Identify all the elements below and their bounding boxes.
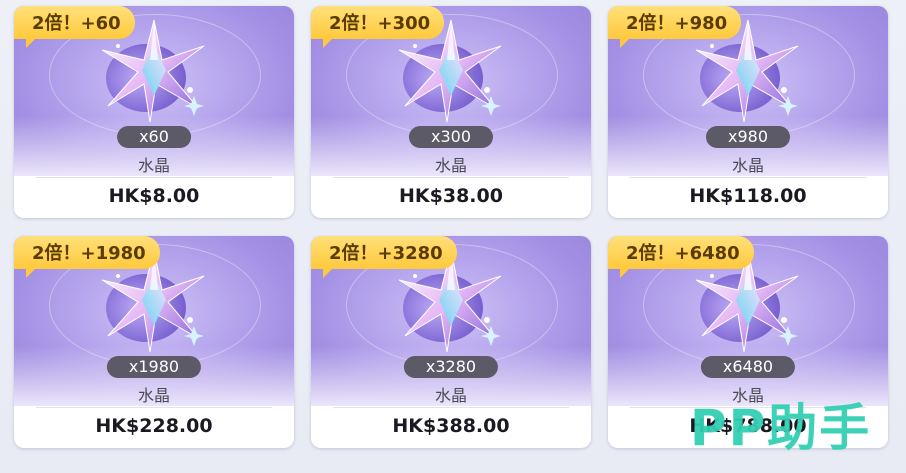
divider (36, 177, 272, 178)
bonus-badge: 2倍！+6480 (608, 236, 754, 278)
bonus-badge: 2倍！+3280 (311, 236, 457, 278)
product-name: 水晶 (137, 156, 170, 175)
price-label[interactable]: HK$118.00 (608, 185, 888, 207)
product-name: 水晶 (731, 156, 764, 175)
product-name: 水晶 (434, 386, 467, 405)
quantity-pill: x300 (408, 126, 494, 148)
bonus-badge: 2倍！+980 (608, 6, 742, 48)
price-label[interactable]: HK$38.00 (311, 185, 591, 207)
quantity-pill: x1980 (106, 356, 202, 378)
quantity-pill: x3280 (403, 356, 499, 378)
product-name: 水晶 (137, 386, 170, 405)
product-card[interactable]: 2倍！+980 x980 水晶 HK$118.00 (608, 6, 888, 218)
product-card[interactable]: 2倍！+1980 x1980 水晶 HK$228.00 (14, 236, 294, 448)
quantity-pill: x60 (117, 126, 191, 148)
divider (333, 407, 569, 408)
divider (333, 177, 569, 178)
product-card[interactable]: 2倍！+60 x60 水晶 HK$8.00 (14, 6, 294, 218)
product-card[interactable]: 2倍！+3280 x3280 水晶 HK$388.00 (311, 236, 591, 448)
bonus-badge: 2倍！+300 (311, 6, 445, 48)
product-name: 水晶 (434, 156, 467, 175)
watermark-logo: PP助手 (690, 399, 872, 457)
price-label[interactable]: HK$228.00 (14, 415, 294, 437)
quantity-pill: x980 (705, 126, 791, 148)
bonus-badge: 2倍！+1980 (14, 236, 160, 278)
divider (36, 407, 272, 408)
quantity-pill: x6480 (700, 356, 796, 378)
price-label[interactable]: HK$8.00 (14, 185, 294, 207)
bonus-badge: 2倍！+60 (14, 6, 135, 48)
price-label[interactable]: HK$388.00 (311, 415, 591, 437)
product-card[interactable]: 2倍！+300 x300 水晶 HK$38.00 (311, 6, 591, 218)
divider (630, 177, 866, 178)
